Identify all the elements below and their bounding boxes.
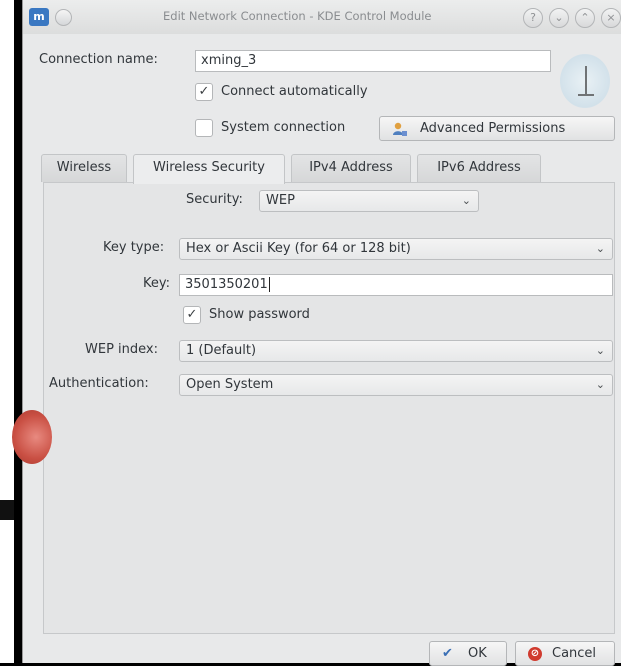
- ok-label: OK: [468, 646, 487, 661]
- key-type-value: Hex or Ascii Key (for 64 or 128 bit): [186, 241, 411, 256]
- tab-ipv6-address[interactable]: IPv6 Address: [417, 154, 541, 182]
- cancel-label: Cancel: [552, 646, 597, 661]
- tab-label: Wireless: [56, 160, 112, 175]
- title-bar[interactable]: m Edit Network Connection - KDE Control …: [23, 0, 621, 34]
- tab-label: IPv4 Address: [309, 160, 393, 175]
- security-value: WEP: [266, 193, 295, 208]
- tab-label: IPv6 Address: [437, 160, 521, 175]
- tab-label: Wireless Security: [153, 160, 265, 175]
- edit-connection-window: m Edit Network Connection - KDE Control …: [22, 0, 621, 666]
- help-button[interactable]: ?: [523, 8, 543, 28]
- chevron-down-icon: ⌄: [595, 344, 605, 357]
- desktop-strip-divider: [0, 500, 14, 520]
- ok-button[interactable]: ✔ OK: [429, 641, 507, 666]
- menu-circle-icon[interactable]: [55, 9, 72, 26]
- maximize-button[interactable]: ⌃: [575, 8, 595, 28]
- connection-name-input[interactable]: xming_3: [195, 50, 551, 72]
- key-type-label: Key type:: [103, 240, 165, 255]
- security-label: Security:: [186, 192, 243, 207]
- system-connection-checkbox[interactable]: [195, 119, 213, 137]
- key-icon: [560, 54, 610, 108]
- key-input[interactable]: 3501350201: [179, 274, 613, 296]
- show-password-label[interactable]: Show password: [209, 307, 310, 322]
- advanced-permissions-button[interactable]: Advanced Permissions: [379, 116, 615, 141]
- wep-index-value: 1 (Default): [186, 343, 257, 358]
- chevron-down-icon: ⌄: [595, 378, 605, 391]
- app-icon[interactable]: m: [29, 8, 49, 26]
- authentication-select[interactable]: Open System ⌄: [179, 374, 613, 396]
- check-icon: ✔: [442, 646, 453, 661]
- show-password-checkbox[interactable]: ✓: [183, 306, 201, 324]
- wep-index-label: WEP index:: [85, 342, 158, 357]
- security-select[interactable]: WEP ⌄: [259, 190, 479, 212]
- tab-ipv4-address[interactable]: IPv4 Address: [291, 154, 411, 182]
- authentication-value: Open System: [186, 377, 274, 392]
- chevron-down-icon: ⌄: [595, 242, 605, 255]
- system-connection-label[interactable]: System connection: [221, 120, 345, 135]
- desktop-red-icon: [12, 410, 52, 464]
- key-value: 3501350201: [185, 277, 268, 292]
- connect-automatically-checkbox[interactable]: ✓: [195, 83, 213, 101]
- wep-index-select[interactable]: 1 (Default) ⌄: [179, 340, 613, 362]
- minimize-button[interactable]: ⌄: [549, 8, 569, 28]
- advanced-permissions-label: Advanced Permissions: [420, 121, 566, 136]
- tab-wireless-security[interactable]: Wireless Security: [133, 154, 285, 184]
- chevron-down-icon: ⌄: [461, 194, 471, 207]
- connect-automatically-label[interactable]: Connect automatically: [221, 84, 368, 99]
- cancel-icon: ⊘: [528, 647, 542, 661]
- key-type-select[interactable]: Hex or Ascii Key (for 64 or 128 bit) ⌄: [179, 238, 613, 260]
- user-lock-icon: [392, 121, 408, 137]
- connection-name-label: Connection name:: [39, 52, 158, 67]
- close-button[interactable]: ×: [601, 8, 621, 28]
- tab-wireless[interactable]: Wireless: [41, 154, 127, 182]
- window-title: Edit Network Connection - KDE Control Mo…: [163, 9, 432, 23]
- key-label: Key:: [143, 276, 171, 291]
- authentication-label: Authentication:: [49, 376, 149, 391]
- desktop-strip: [0, 0, 14, 663]
- cancel-button[interactable]: ⊘ Cancel: [515, 641, 615, 666]
- tab-bar: Wireless Wireless Security IPv4 Address …: [41, 154, 601, 184]
